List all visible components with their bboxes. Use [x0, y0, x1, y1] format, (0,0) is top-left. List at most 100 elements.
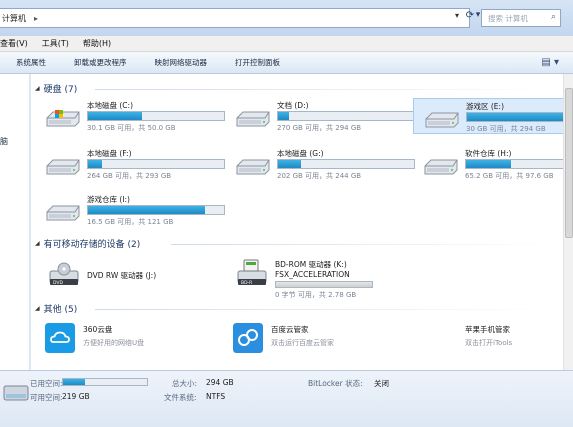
- bd-rom-drive-item[interactable]: BD-R BD-ROM 驱动器 (K:) FSX_ACCELERATION 0 …: [231, 257, 431, 301]
- group-header-other[interactable]: ◢ 其他 (5): [35, 302, 77, 315]
- hard-drive-icon: [46, 110, 80, 127]
- bitlocker-label: BitLocker 状态:: [308, 379, 363, 388]
- used-space-bar: [62, 378, 148, 386]
- view-options-icon[interactable]: ▤ ▾: [541, 57, 559, 68]
- other-item-desc: 方便好用的网络U盘: [83, 339, 145, 347]
- hard-drive-icon: [425, 112, 459, 128]
- details-pane: 已用空间: 可用空间: 219 GB 总大小: 294 GB 文件系统: NTF…: [0, 370, 573, 427]
- address-path: 计算机: [2, 13, 26, 23]
- hard-drive-icon: [424, 159, 458, 175]
- other-item-desc: 双击运行百度云管家: [271, 339, 334, 347]
- uninstall-program-button[interactable]: 卸载或更改程序: [74, 57, 127, 68]
- system-properties-button[interactable]: 系统属性: [16, 57, 46, 68]
- content-pane: ◢ 硬盘 (7) 本地磁盘 (C:) 30.1 GB 可用，共 50.0 GB 文档…: [31, 74, 573, 370]
- drive-size: 270 GB 可用，共 294 GB: [277, 124, 362, 132]
- other-item-desc: 双击打开iTools: [465, 339, 513, 347]
- hard-drive-icon: [236, 159, 270, 175]
- menu-bar: 查看(V) 工具(T) 帮助(H): [0, 36, 573, 52]
- drive-item[interactable]: 本地磁盘 (C:) 30.1 GB 可用，共 50.0 GB: [35, 98, 225, 134]
- search-icon[interactable]: ⌕: [551, 12, 556, 22]
- drive-size: 65.2 GB 可用，共 97.6 GB: [465, 172, 554, 180]
- collapse-triangle-icon[interactable]: ◢: [35, 85, 40, 92]
- drive-name: 软件仓库 (H:): [465, 149, 512, 158]
- command-bar: 系统属性 卸载或更改程序 映射网络驱动器 打开控制面板 ▤ ▾: [0, 52, 573, 74]
- drive-usage-bar: [277, 111, 415, 121]
- bd-rom-drive-icon: BD-R: [237, 259, 267, 286]
- address-row: 计算机 ▸ ▾ ▾ ⟳ 搜索 计算机 ⌕: [0, 0, 573, 36]
- group-divider: [95, 89, 555, 90]
- file-system-value: NTFS: [206, 392, 226, 401]
- map-network-drive-button[interactable]: 映射网络驱动器: [155, 57, 208, 68]
- vertical-scrollbar[interactable]: [563, 74, 573, 370]
- bitlocker-value: 关闭: [374, 379, 389, 388]
- search-input[interactable]: 搜索 计算机 ⌕: [481, 9, 561, 27]
- drive-item[interactable]: 游戏仓库 (I:) 16.5 GB 可用，共 121 GB: [35, 192, 225, 228]
- drive-usage-bar: [277, 159, 415, 169]
- selected-drive-icon: [3, 385, 29, 401]
- bd-rom-usage-bar: [275, 281, 373, 288]
- svg-text:BD-R: BD-R: [241, 280, 252, 286]
- menu-tools[interactable]: 工具(T): [42, 38, 69, 49]
- group-header-removable[interactable]: ◢ 有可移动存储的设备 (2): [35, 237, 140, 250]
- drive-usage-bar: [465, 159, 573, 169]
- dvd-drive-icon: DVD: [49, 262, 79, 286]
- open-control-panel-button[interactable]: 打开控制面板: [235, 57, 280, 68]
- other-item-name: 百度云管家: [271, 325, 309, 334]
- drive-item[interactable]: 本地磁盘 (F:) 264 GB 可用，共 293 GB: [35, 146, 225, 182]
- hard-drive-icon: [236, 111, 270, 127]
- drive-item[interactable]: 文档 (D:) 270 GB 可用，共 294 GB: [225, 98, 415, 134]
- free-space-label: 可用空间:: [30, 393, 63, 402]
- nav-item-computer[interactable]: 脑: [0, 136, 8, 147]
- collapse-triangle-icon[interactable]: ◢: [35, 240, 40, 247]
- drive-usage-bar: [87, 205, 225, 215]
- drive-name: 本地磁盘 (C:): [87, 101, 133, 110]
- drive-name: 本地磁盘 (F:): [87, 149, 132, 158]
- drive-size: 30 GB 可用，共 294 GB: [466, 125, 546, 133]
- collapse-triangle-icon[interactable]: ◢: [35, 305, 40, 312]
- drive-item[interactable]: 软件仓库 (H:) 65.2 GB 可用，共 97.6 GB: [413, 146, 573, 182]
- address-dropdown-icon[interactable]: ▾: [455, 11, 459, 20]
- total-size-label: 总大小:: [172, 379, 198, 388]
- total-size-value: 294 GB: [206, 378, 234, 387]
- used-space-fill: [63, 379, 85, 385]
- used-space-label: 已用空间:: [30, 379, 63, 388]
- bd-rom-usage-fill: [276, 282, 372, 287]
- drive-usage-fill: [88, 206, 205, 214]
- drive-usage-fill: [88, 160, 102, 168]
- free-space-value: 219 GB: [62, 392, 90, 401]
- drive-usage-bar: [87, 159, 225, 169]
- drive-usage-fill: [278, 160, 302, 168]
- other-item-itools[interactable]: 苹果手机管家 双击打开iTools: [413, 321, 573, 357]
- drive-usage-fill: [278, 112, 289, 120]
- drive-size: 202 GB 可用，共 244 GB: [277, 172, 362, 180]
- drive-usage-bar: [87, 111, 225, 121]
- svg-text:DVD: DVD: [53, 280, 63, 286]
- drive-usage-fill: [88, 112, 143, 120]
- breadcrumb-arrow-icon[interactable]: ▸: [34, 14, 38, 23]
- other-item-name: 360云盘: [83, 325, 113, 334]
- drive-size: 264 GB 可用，共 293 GB: [87, 172, 172, 180]
- bd-rom-drive-name: BD-ROM 驱动器 (K:): [275, 260, 347, 269]
- drive-size: 30.1 GB 可用，共 50.0 GB: [87, 124, 176, 132]
- menu-view[interactable]: 查看(V): [0, 38, 28, 49]
- drive-usage-fill: [467, 113, 573, 121]
- drive-size: 16.5 GB 可用，共 121 GB: [87, 218, 174, 226]
- other-item-baidu-cloud[interactable]: 百度云管家 双击运行百度云管家: [219, 321, 409, 357]
- drive-usage-fill: [466, 160, 511, 168]
- drive-item[interactable]: 本地磁盘 (G:) 202 GB 可用，共 244 GB: [225, 146, 415, 182]
- address-bar[interactable]: 计算机 ▸ ▾: [0, 8, 470, 28]
- scrollbar-thumb[interactable]: [565, 88, 573, 238]
- drive-name: 游戏区 (E:): [466, 102, 505, 111]
- drive-item[interactable]: 游戏区 (E:) 30 GB 可用，共 294 GB: [413, 98, 573, 134]
- other-item-360-cloud[interactable]: 360云盘 方便好用的网络U盘: [31, 321, 221, 357]
- refresh-icon[interactable]: ⟳: [464, 10, 476, 24]
- menu-help[interactable]: 帮助(H): [83, 38, 111, 49]
- bd-rom-volume-label: FSX_ACCELERATION: [275, 270, 350, 279]
- group-divider: [171, 244, 555, 245]
- group-header-hdd[interactable]: ◢ 硬盘 (7): [35, 82, 77, 95]
- drive-name: 文档 (D:): [277, 101, 309, 110]
- dvd-drive-item[interactable]: DVD DVD RW 驱动器 (J:): [43, 259, 243, 303]
- cloud-icon: [45, 323, 75, 353]
- hard-drive-icon: [46, 159, 80, 175]
- search-placeholder: 搜索 计算机: [488, 13, 528, 23]
